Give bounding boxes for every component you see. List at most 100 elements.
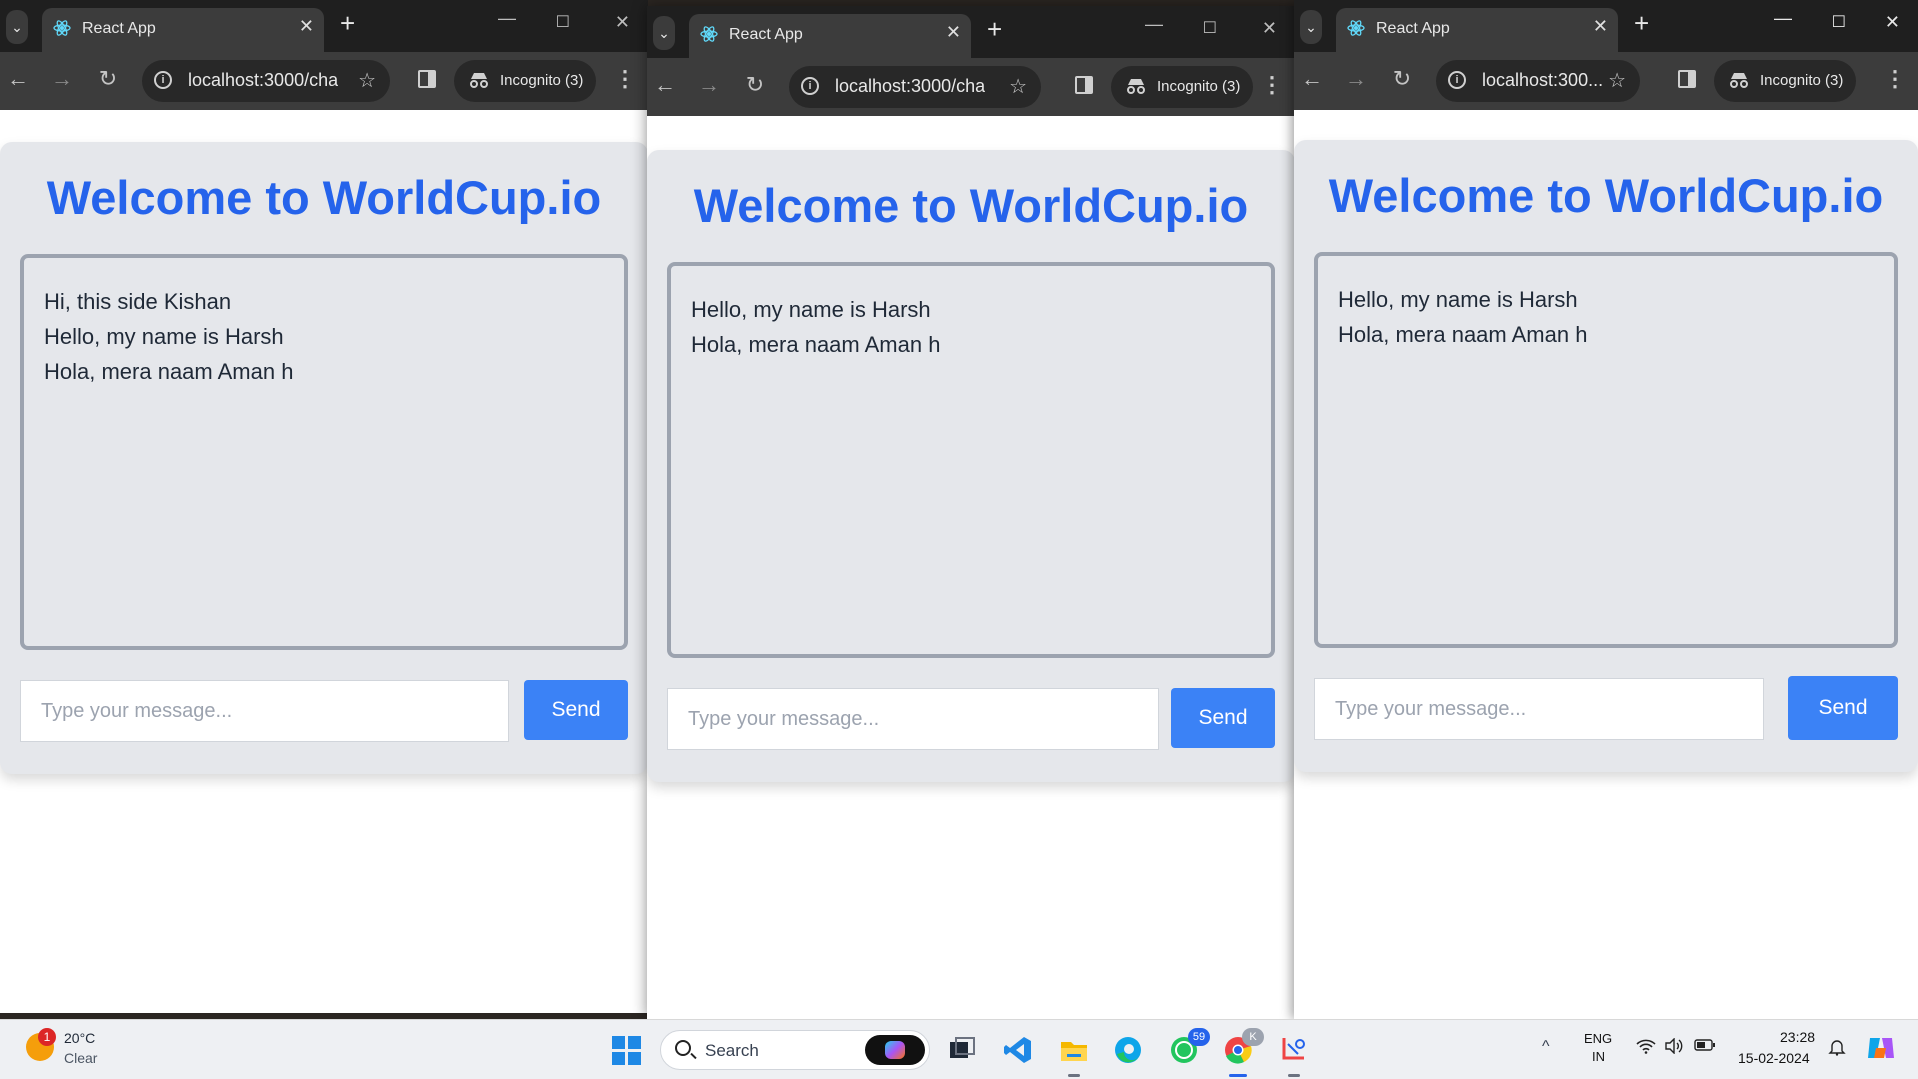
minimize-icon[interactable]: — [498,8,516,29]
incognito-button[interactable]: Incognito (3) [454,60,596,102]
reload-icon[interactable]: ↻ [94,66,122,92]
clock-date[interactable]: 15-02-2024 [1738,1050,1810,1066]
address-bar[interactable]: i localhost:300... ☆ [1436,60,1640,102]
message-input[interactable] [20,680,509,742]
tab-close-icon[interactable]: ✕ [1593,16,1608,37]
chat-app-panel: Welcome to WorldCup.io Hi, this side Kis… [0,142,648,774]
tray-overflow-icon[interactable]: ^ [1542,1038,1550,1056]
reload-icon[interactable]: ↻ [741,72,769,98]
back-icon[interactable]: ← [651,72,679,98]
close-window-icon[interactable]: ✕ [1262,18,1277,39]
message-composer: Send [20,680,628,742]
windows-start-icon[interactable] [612,1036,642,1066]
site-info-icon[interactable]: i [801,77,819,95]
incognito-label: Incognito (3) [500,72,584,89]
whatsapp-unread-badge: 59 [1188,1028,1210,1046]
url-text: localhost:3000/chat [835,76,985,96]
tab-react-app[interactable]: React App ✕ [689,14,971,58]
minimize-icon[interactable]: — [1145,14,1163,35]
browser-toolbar: ← → ↻ i localhost:3000/chat ☆ Incognito … [0,52,648,110]
tab-react-app[interactable]: React App ✕ [1336,8,1618,52]
bookmark-star-icon[interactable]: ☆ [358,68,376,93]
browser-window-2: ⌄ React App ✕ + — ☐ ✕ ← → ↻ i localhost:… [647,6,1295,1019]
weather-temperature[interactable]: 20°C [64,1030,95,1046]
browser-menu-icon[interactable]: ⋮ [1261,72,1283,98]
vscode-icon[interactable] [1002,1034,1034,1066]
clock-time[interactable]: 23:28 [1780,1029,1815,1045]
side-panel-icon[interactable] [418,70,436,88]
message-item: Hi, this side Kishan [44,289,232,314]
incognito-label: Incognito (3) [1157,78,1241,95]
url-text: localhost:3000/chat [188,70,338,90]
region-indicator[interactable]: IN [1592,1049,1605,1064]
new-tab-button[interactable]: + [1634,8,1649,39]
bookmark-star-icon[interactable]: ☆ [1608,68,1626,93]
running-indicator [1068,1074,1080,1077]
tab-title: React App [1376,20,1450,37]
wifi-icon[interactable] [1636,1038,1656,1059]
forward-icon[interactable]: → [695,72,723,98]
side-panel-icon[interactable] [1678,70,1696,88]
maximize-icon[interactable]: ☐ [1203,18,1217,38]
whatsapp-icon[interactable]: 59 [1168,1028,1210,1066]
language-indicator[interactable]: ENG [1584,1031,1612,1046]
message-item: Hello, my name is Harsh [1338,287,1578,312]
browser-menu-icon[interactable]: ⋮ [1884,66,1906,92]
copilot-icon[interactable] [865,1035,925,1065]
tab-react-app[interactable]: React App ✕ [42,8,324,52]
reload-icon[interactable]: ↻ [1388,66,1416,92]
tab-close-icon[interactable]: ✕ [946,22,961,43]
taskbar-search[interactable]: Search [660,1030,930,1070]
maximize-icon[interactable]: ☐ [1832,12,1846,32]
volume-icon[interactable] [1664,1037,1684,1059]
edge-icon[interactable] [1112,1034,1144,1066]
react-icon [700,26,718,42]
weather-condition[interactable]: Clear [64,1050,97,1066]
maximize-icon[interactable]: ☐ [556,12,570,32]
chrome-icon[interactable]: K [1222,1028,1264,1077]
task-view-icon[interactable] [946,1034,978,1066]
file-explorer-icon[interactable] [1058,1034,1090,1077]
send-button[interactable]: Send [524,680,628,740]
tab-search-button[interactable]: ⌄ [653,16,675,50]
send-button[interactable]: Send [1788,676,1898,740]
message-item: Hello, my name is Harsh [44,324,284,349]
message-item: Hola, mera naam Aman h [44,359,294,384]
forward-icon[interactable]: → [48,66,76,92]
incognito-button[interactable]: Incognito (3) [1111,66,1253,108]
address-bar[interactable]: i localhost:3000/chat ☆ [789,66,1041,108]
forward-icon[interactable]: → [1342,66,1370,92]
browser-toolbar: ← → ↻ i localhost:3000/chat ☆ Incognito … [647,58,1295,116]
send-button[interactable]: Send [1171,688,1275,748]
incognito-icon [1730,73,1748,88]
browser-menu-icon[interactable]: ⋮ [614,66,636,92]
incognito-icon [1127,79,1145,94]
close-window-icon[interactable]: ✕ [1885,12,1900,33]
snipping-tool-icon[interactable] [1278,1034,1310,1077]
close-window-icon[interactable]: ✕ [615,12,630,33]
message-input[interactable] [1314,678,1764,740]
new-tab-button[interactable]: + [987,14,1002,45]
back-icon[interactable]: ← [4,66,32,92]
back-icon[interactable]: ← [1298,66,1326,92]
minimize-icon[interactable]: — [1774,8,1792,29]
tab-search-button[interactable]: ⌄ [1300,10,1322,44]
message-input[interactable] [667,688,1159,750]
copilot-preview-icon[interactable] [1866,1034,1896,1067]
new-tab-button[interactable]: + [340,8,355,39]
site-info-icon[interactable]: i [154,71,172,89]
incognito-button[interactable]: Incognito (3) [1714,60,1856,102]
message-item: Hola, mera naam Aman h [691,332,941,357]
tab-search-button[interactable]: ⌄ [6,10,28,44]
side-panel-icon[interactable] [1075,76,1093,94]
running-indicator [1288,1074,1300,1077]
address-bar[interactable]: i localhost:3000/chat ☆ [142,60,390,102]
tab-close-icon[interactable]: ✕ [299,16,314,37]
page-title: Welcome to WorldCup.io [693,179,1249,232]
message-list: Hi, this side Kishan Hello, my name is H… [20,254,628,650]
taskbar: 1 20°C Clear Search 59 K ^ ENG IN 23:28 … [0,1019,1918,1079]
site-info-icon[interactable]: i [1448,71,1466,89]
notification-bell-icon[interactable] [1828,1038,1846,1061]
battery-icon[interactable] [1694,1038,1716,1057]
bookmark-star-icon[interactable]: ☆ [1009,74,1027,99]
